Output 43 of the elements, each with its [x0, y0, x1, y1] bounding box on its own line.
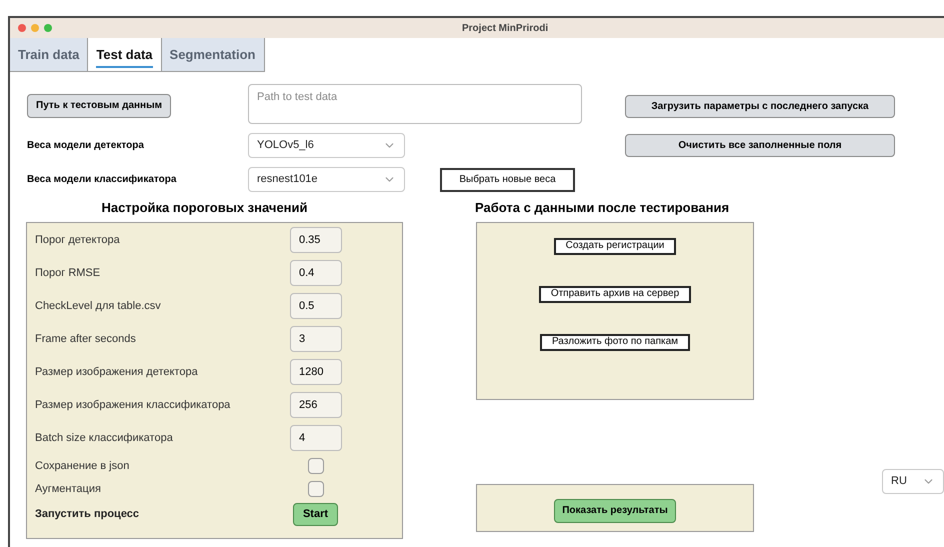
load-button[interactable]: Загрузить параметры с последнего запуска: [625, 95, 895, 118]
field-label: Frame after seconds: [35, 332, 136, 347]
clear-button[interactable]: Очистить все заполненные поля: [625, 134, 895, 157]
path-button[interactable]: Путь к тестовым данным: [27, 94, 172, 118]
number-field[interactable]: 1280: [290, 359, 342, 385]
tab[interactable]: Train data: [10, 38, 88, 72]
path-field[interactable]: Path to test data: [248, 84, 582, 124]
number-field[interactable]: 3: [290, 326, 342, 352]
section-title: Настройка пороговых значений: [100, 199, 309, 217]
classifier-weights-select[interactable]: resnest101e: [248, 167, 405, 192]
checkbox[interactable]: [308, 458, 324, 474]
number-field[interactable]: 4: [290, 425, 342, 451]
number-field[interactable]: 0.4: [290, 260, 342, 286]
checkbox-label: Аугментация: [35, 482, 101, 497]
field-label: Размер изображения классификатора: [35, 398, 230, 413]
number-field[interactable]: 0.35: [290, 227, 342, 253]
field-label: Порог RMSE: [35, 266, 100, 281]
action-button[interactable]: Отправить архив на сервер: [538, 286, 692, 302]
number-field[interactable]: 256: [290, 392, 342, 418]
action-button[interactable]: Разложить фото по папкам: [540, 334, 690, 350]
tab[interactable]: Test data: [88, 38, 162, 72]
checkbox[interactable]: [308, 481, 324, 497]
start-button[interactable]: Start: [293, 503, 338, 526]
classifier-weights-label: Веса модели классификатора: [27, 173, 178, 187]
window-title: Project MinPrirodi: [462, 22, 548, 36]
field-label: Порог детектора: [35, 232, 120, 248]
tab[interactable]: Segmentation: [162, 38, 264, 72]
maximize-icon[interactable]: [44, 24, 52, 32]
field-label: Размер изображения детектора: [35, 364, 198, 380]
run-label: Запустить процесс: [35, 507, 140, 522]
language-select[interactable]: RU: [882, 469, 944, 494]
number-field[interactable]: 0.5: [290, 293, 342, 319]
field-label: CheckLevel для table.csv: [35, 298, 161, 314]
field-label: Batch size классификатора: [35, 430, 173, 446]
minimize-icon[interactable]: [31, 24, 39, 32]
close-icon[interactable]: [18, 24, 26, 32]
action-button[interactable]: Создать регистрации: [554, 238, 676, 254]
new-weights-button[interactable]: Выбрать новые веса: [440, 168, 575, 192]
checkbox-label: Сохранение в json: [35, 458, 130, 474]
results-button[interactable]: Показать результаты: [554, 498, 676, 522]
detector-weights-label: Веса модели детектора: [27, 139, 145, 153]
section-title: Работа с данными после тестирования: [475, 199, 730, 217]
detector-weights-select[interactable]: YOLOv5_l6: [248, 133, 405, 158]
